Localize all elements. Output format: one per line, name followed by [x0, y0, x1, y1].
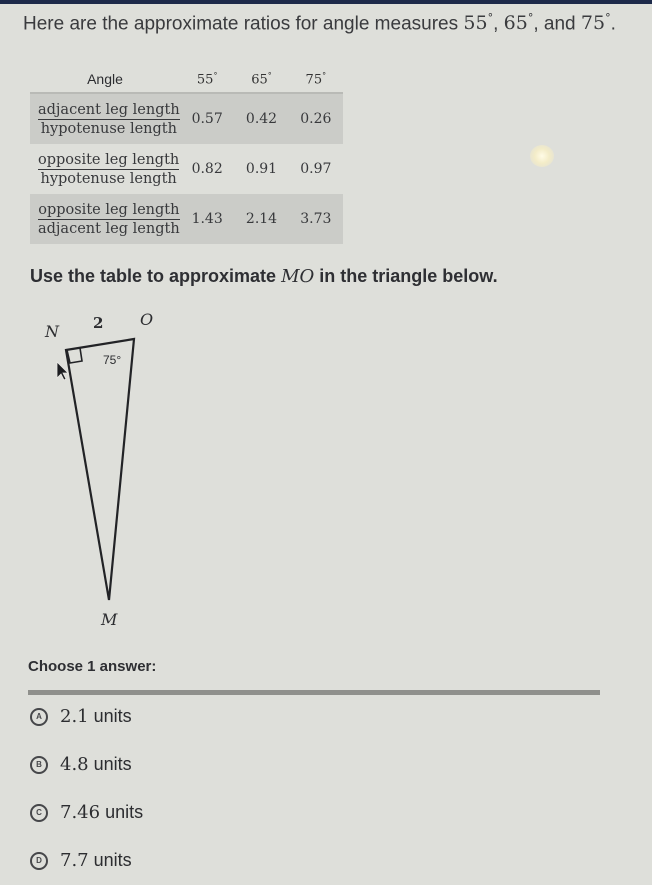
- ratio-label: opposite leg length hypotenuse length: [38, 151, 180, 187]
- mouse-cursor-icon: [56, 361, 69, 381]
- table-cell: 0.42: [234, 93, 289, 144]
- table-cell: 2.14: [234, 194, 289, 244]
- table-cell: 0.97: [300, 161, 332, 177]
- option-c-text: 7.46 units: [60, 802, 144, 823]
- angle-55: 55°: [463, 12, 494, 35]
- table-cell: 0.26: [288, 93, 343, 144]
- vertex-m-label: M: [101, 610, 118, 629]
- table-row: opposite leg length hypotenuse length 0.8…: [30, 144, 343, 194]
- angle-65: 65°: [503, 12, 534, 35]
- header-65: 65°: [234, 66, 289, 94]
- triangle-figure: N 2 O 75° M: [30, 300, 170, 630]
- side-no-length: 2: [93, 314, 104, 332]
- table-header-row: Angle 55° 65° 75°: [30, 66, 343, 94]
- top-bar: [0, 0, 652, 4]
- table-row: opposite leg length adjacent leg length 1…: [30, 194, 343, 244]
- ratio-label: adjacent leg length hypotenuse length: [30, 93, 180, 144]
- light-glare: [530, 145, 554, 167]
- angle-o-label: 75°: [103, 353, 122, 367]
- radio-a-icon[interactable]: A: [30, 707, 48, 726]
- table-cell: 1.43: [180, 194, 235, 244]
- answer-option-b[interactable]: B 4.8 units: [30, 754, 132, 775]
- radio-d-icon[interactable]: D: [30, 851, 48, 870]
- table-cell: 3.73: [288, 194, 343, 244]
- angle-75: 75°: [580, 12, 611, 35]
- intro-prefix: Here are the approximate ratios for angl…: [23, 13, 459, 35]
- table-row: adjacent leg length hypotenuse length 0.5…: [30, 93, 343, 144]
- answer-option-d[interactable]: D 7.7 units: [30, 850, 132, 871]
- table-cell: 0.82: [191, 161, 223, 177]
- ratio-table: Angle 55° 65° 75° adjacent leg length hyp…: [30, 66, 343, 244]
- header-55: 55°: [180, 66, 235, 94]
- table-cell: 0.91: [245, 161, 278, 177]
- intro-text: Here are the approximate ratios for angl…: [23, 12, 616, 35]
- table-cell: 0.57: [180, 93, 235, 144]
- vertex-o-label: O: [140, 310, 154, 329]
- header-75: 75°: [288, 66, 343, 94]
- ratio-label: opposite leg length adjacent leg length: [30, 194, 180, 244]
- choose-answer-label: Choose 1 answer:: [28, 658, 157, 675]
- vertex-n-label: N: [45, 322, 59, 341]
- segment-label: MO: [281, 266, 315, 287]
- answer-option-a[interactable]: A 2.1 units: [30, 706, 132, 727]
- option-a-text: 2.1 units: [60, 706, 132, 727]
- radio-c-icon[interactable]: C: [30, 803, 48, 822]
- option-d-text: 7.7 units: [60, 850, 132, 871]
- question-prompt: Use the table to approximate MO in the t…: [30, 266, 498, 287]
- answer-option-c[interactable]: C 7.46 units: [30, 802, 143, 823]
- option-b-text: 4.8 units: [60, 754, 132, 775]
- divider: [28, 690, 600, 695]
- triangle-svg: [56, 337, 136, 601]
- angle-header: Angle: [30, 66, 180, 94]
- triangle-shape: [64, 337, 136, 601]
- radio-b-icon[interactable]: B: [30, 755, 48, 774]
